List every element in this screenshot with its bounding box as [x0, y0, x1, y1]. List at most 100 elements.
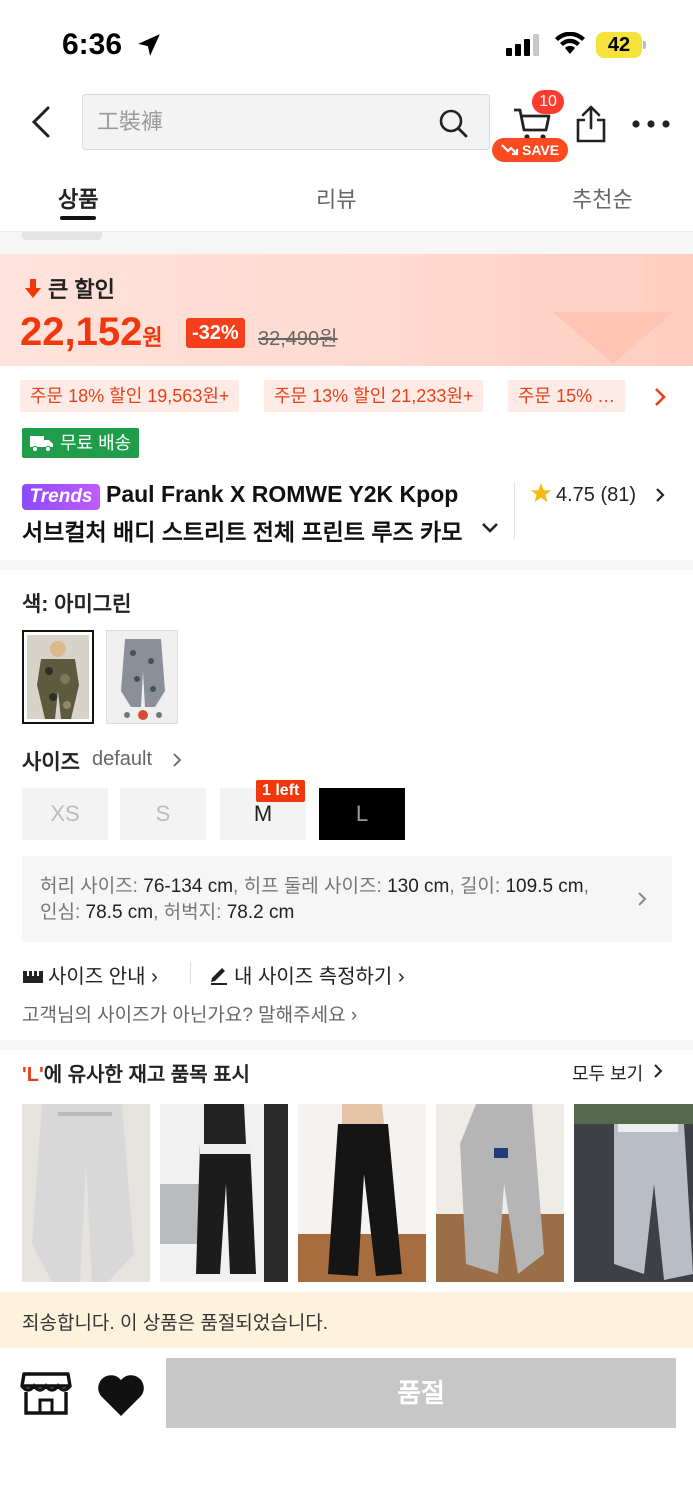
tab-reviews[interactable]: 리뷰: [316, 182, 356, 214]
swatch-image: [107, 631, 177, 723]
status-time: 6:36: [62, 28, 123, 61]
original-price: 32,490원: [258, 328, 338, 350]
divider: [514, 482, 515, 540]
sold-out-button[interactable]: 품절: [166, 1358, 676, 1428]
share-icon[interactable]: [574, 104, 608, 144]
tab-recommended[interactable]: 추천순: [572, 182, 633, 214]
save-badge: SAVE: [492, 138, 568, 162]
price-value: 22,152: [20, 310, 143, 354]
size-title: 사이즈: [22, 751, 80, 774]
search-box[interactable]: [82, 94, 490, 150]
product-image: [298, 1104, 426, 1282]
size-option-s[interactable]: S: [120, 788, 206, 840]
review-count: (81): [600, 484, 637, 506]
soldout-notice-text: 죄송합니다. 이 상품은 품절되었습니다.: [22, 1313, 329, 1334]
see-all-link[interactable]: 모두 보기: [572, 1060, 643, 1086]
rating[interactable]: 4.75 (81): [530, 482, 636, 507]
similar-item-thumbnail[interactable]: [436, 1104, 564, 1282]
product-image: [22, 1104, 150, 1282]
measurement-text: 허리 사이즈: 76-134 cm, 히프 둘레 사이즈: 130 cm, 길이…: [40, 874, 600, 926]
back-chevron-icon[interactable]: [26, 104, 58, 140]
price-currency: 원: [142, 325, 163, 350]
similar-item-thumbnail[interactable]: [574, 1104, 693, 1282]
size-guide-link[interactable]: 사이즈 안내 ›: [22, 960, 158, 989]
more-options-icon[interactable]: [632, 120, 670, 128]
chevron-right-icon[interactable]: [654, 486, 666, 504]
bottom-action-bar: 품절: [0, 1348, 693, 1500]
gallery-edge: [0, 232, 693, 254]
battery-icon: 42: [596, 32, 646, 58]
similar-size-quote: 'L': [22, 1064, 44, 1086]
save-label: SAVE: [522, 142, 560, 158]
promo-chips: 주문 18% 할인 19,563원+ 주문 13% 할인 21,233원+ 주문…: [20, 380, 650, 414]
product-image: [574, 1104, 693, 1282]
length-value: 109.5 cm: [505, 876, 584, 897]
tab-product[interactable]: 상품: [58, 182, 98, 214]
promo-chip[interactable]: 주문 15% …: [508, 380, 626, 412]
divider: [190, 962, 191, 984]
size-option-xs[interactable]: XS: [22, 788, 108, 840]
expand-chevron-icon[interactable]: [480, 520, 500, 536]
truck-icon: [30, 436, 53, 453]
product-title-line2: 서브컬처 배디 스트리트 전체 프린트 루즈 카모: [22, 519, 463, 545]
location-arrow-icon: [138, 34, 160, 56]
price-banner: 큰 할인 22,152원 -32% 32,490원: [0, 254, 693, 366]
search-header: 10 SAVE: [0, 90, 693, 162]
promo-chip[interactable]: 주문 13% 할인 21,233원+: [264, 380, 484, 412]
color-label-prefix: 색:: [22, 593, 49, 616]
chevron-right-icon[interactable]: [172, 752, 182, 768]
color-swatch-print[interactable]: [106, 630, 178, 724]
size-measurements[interactable]: 허리 사이즈: 76-134 cm, 히프 둘레 사이즈: 130 cm, 길이…: [22, 856, 672, 942]
chevron-right-icon: [638, 892, 647, 906]
promo-chip[interactable]: 주문 18% 할인 19,563원+: [20, 380, 240, 412]
measure-text: 내 사이즈 측정하기: [234, 966, 393, 988]
star-icon: [530, 482, 552, 503]
trends-badge[interactable]: Trends: [22, 484, 100, 510]
heart-icon[interactable]: [96, 1372, 146, 1418]
waist-label: 허리 사이즈:: [40, 876, 138, 897]
soldout-notice: 죄송합니다. 이 상품은 품절되었습니다.: [0, 1292, 693, 1348]
pencil-icon: [211, 968, 227, 985]
size-guide-text: 사이즈 안내: [48, 966, 146, 988]
thigh-label: , 허벅지:: [153, 902, 222, 923]
search-input[interactable]: [97, 107, 417, 137]
free-shipping-badge: 무료 배송: [22, 428, 140, 458]
trend-down-icon: [501, 144, 519, 156]
measure-my-size-link[interactable]: 내 사이즈 측정하기 ›: [208, 960, 405, 989]
size-option-l[interactable]: L: [319, 788, 405, 840]
section-separator: [0, 1040, 693, 1050]
similar-item-thumbnail[interactable]: [22, 1104, 150, 1282]
ruler-icon: [23, 971, 43, 983]
cart-button[interactable]: 10 SAVE: [492, 90, 568, 162]
wifi-icon: [555, 32, 585, 54]
similar-item-thumbnail[interactable]: [160, 1104, 288, 1282]
similar-item-thumbnail[interactable]: [298, 1104, 426, 1282]
color-value: 아미그린: [54, 593, 132, 616]
search-icon[interactable]: [437, 107, 469, 139]
free-shipping-text: 무료 배송: [60, 433, 132, 453]
active-tab-indicator: [60, 216, 96, 220]
waist-value: 76-134 cm: [143, 876, 234, 897]
section-separator: [0, 560, 693, 570]
similar-items-title: 'L'에 유사한 재고 품목 표시: [22, 1058, 250, 1087]
down-arrow-decoration-icon: [553, 254, 673, 364]
big-sale-label: 큰 할인: [24, 272, 115, 304]
chevron-right-icon[interactable]: [652, 386, 668, 408]
product-image: [160, 1104, 288, 1282]
product-image: [436, 1104, 564, 1282]
product-title-line1: Paul Frank X ROMWE Y2K Kpop: [106, 481, 459, 507]
size-default[interactable]: default: [92, 748, 152, 771]
stock-left-badge: 1 left: [256, 780, 306, 802]
not-my-size-link[interactable]: 고객님의 사이즈가 아닌가요? 말해주세요 ›: [22, 1000, 357, 1027]
down-arrow-icon: [25, 279, 41, 298]
not-size-text: 고객님의 사이즈가 아닌가요? 말해주세요: [22, 1005, 346, 1026]
color-swatch-army-green[interactable]: [22, 630, 94, 724]
similar-title-text: 에 유사한 재고 품목 표시: [43, 1064, 250, 1086]
inseam-value: 78.5 cm: [85, 902, 154, 923]
chevron-right-icon[interactable]: [652, 1062, 664, 1080]
length-label: , 길이:: [449, 876, 501, 897]
store-icon[interactable]: [20, 1370, 72, 1416]
thigh-value: 78.2 cm: [226, 902, 295, 923]
cellular-signal-icon: [506, 34, 539, 56]
tab-bar: 상품 리뷰 추천순: [0, 168, 693, 232]
